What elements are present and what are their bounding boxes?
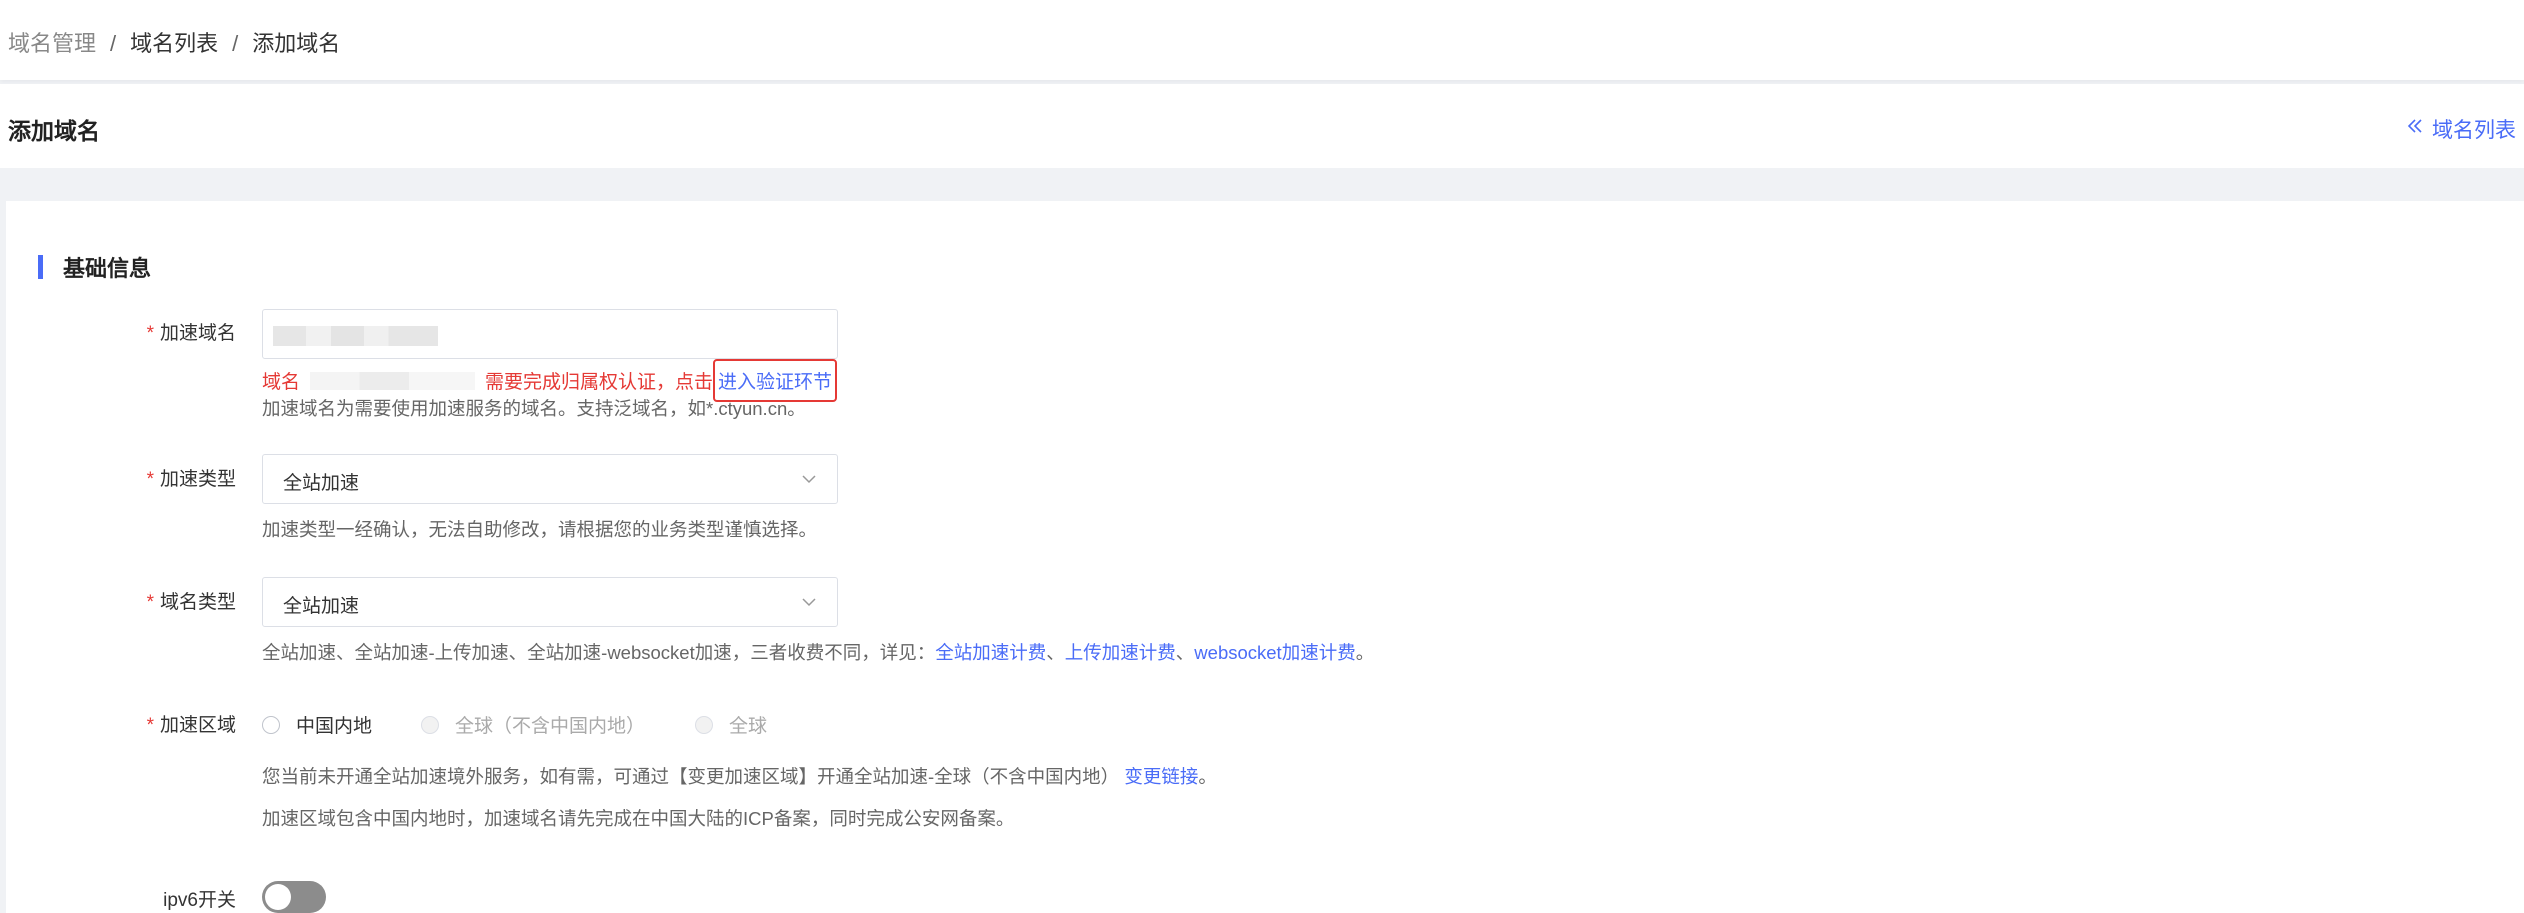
region-radio-global[interactable]: 全球: [695, 711, 767, 738]
page-title: 添加域名: [8, 118, 100, 144]
required-mark: *: [146, 323, 154, 344]
required-mark: *: [146, 715, 154, 736]
accel-type-label-text: 加速类型: [159, 469, 236, 490]
ipv6-label: ipv6开关: [163, 890, 236, 911]
breadcrumb: 域名管理 / 域名列表 / 添加域名: [8, 26, 340, 58]
required-mark: *: [146, 592, 154, 613]
full-site-billing-link[interactable]: 全站加速计费: [935, 642, 1046, 663]
region-notice-text: 您当前未开通全站加速境外服务，如有需，可通过【变更加速区域】开通全站加速-全球（…: [262, 763, 1217, 789]
section-title: 基础信息: [38, 254, 152, 281]
separator: 、: [1046, 642, 1065, 663]
radio-circle-icon: [695, 715, 713, 734]
redacted-domain-value: [273, 326, 438, 346]
back-link-label: 域名列表: [2432, 119, 2516, 142]
separator: 、: [1175, 642, 1195, 663]
error-message: 需要完成归属权认证，点击: [485, 372, 714, 393]
notice-suffix: 。: [1198, 766, 1217, 787]
domain-help-text: 加速域名为需要使用加速服务的域名。支持泛域名，如*.ctyun.cn。: [262, 398, 806, 419]
region-radio-global-excl-mainland[interactable]: 全球（不含中国内地）: [421, 711, 645, 738]
region-help-text: 加速区域包含中国内地时，加速域名请先完成在中国大陆的ICP备案，同时完成公安网备…: [262, 808, 1015, 829]
region-notice-prefix: 您当前未开通全站加速境外服务，如有需，可通过【变更加速区域】开通全站加速-全球（…: [262, 766, 1120, 787]
toggle-knob: [265, 884, 291, 910]
ipv6-toggle[interactable]: [262, 881, 326, 913]
breadcrumb-item-add-domain: 添加域名: [252, 31, 341, 56]
help-suffix: 。: [1355, 642, 1375, 663]
region-option-label: 中国内地: [296, 716, 373, 737]
chevron-down-icon: [799, 469, 819, 494]
domain-type-label: * 域名类型: [6, 587, 236, 614]
domain-type-help-text: 全站加速、全站加速-上传加速、全站加速-websocket加速，三者收费不同，详…: [262, 639, 1374, 665]
radio-circle-icon: [421, 715, 439, 734]
redacted-domain: [310, 371, 476, 390]
region-option-label: 全球（不含中国内地）: [455, 716, 646, 737]
radio-circle-icon: [262, 715, 280, 734]
chevron-down-icon: [799, 592, 819, 617]
region-label: * 加速区域: [6, 710, 236, 737]
domain-input[interactable]: [262, 309, 838, 359]
domain-type-select[interactable]: 全站加速: [262, 577, 838, 627]
back-to-domain-list-link[interactable]: 域名列表: [2406, 114, 2516, 144]
accel-type-select[interactable]: 全站加速: [262, 454, 838, 504]
domain-type-help-prefix: 全站加速、全站加速-上传加速、全站加速-websocket加速，三者收费不同，详…: [262, 642, 936, 663]
websocket-billing-link[interactable]: websocket加速计费: [1194, 642, 1355, 663]
form-card: 基础信息 * 加速域名 域名 需要完成归属权认证，点击 进入验证环节 加速域名为需要…: [6, 201, 2524, 913]
error-prefix: 域名: [262, 372, 301, 393]
accel-type-label: * 加速类型: [6, 464, 236, 491]
double-chevron-left-icon: [2406, 117, 2424, 141]
breadcrumb-item-domain-management[interactable]: 域名管理: [8, 31, 96, 56]
breadcrumb-item-domain-list[interactable]: 域名列表: [130, 31, 218, 56]
accel-type-help-text: 加速类型一经确认，无法自助修改，请根据您的业务类型谨慎选择。: [262, 519, 818, 540]
section-title-text: 基础信息: [63, 256, 152, 281]
change-region-link[interactable]: 变更链接: [1124, 766, 1198, 787]
region-label-text: 加速区域: [159, 715, 236, 736]
region-option-label: 全球: [729, 716, 768, 737]
upload-billing-link[interactable]: 上传加速计费: [1065, 642, 1176, 663]
domain-type-value: 全站加速: [283, 596, 360, 617]
breadcrumb-separator: /: [110, 31, 117, 56]
domain-type-label-text: 域名类型: [159, 592, 236, 613]
section-accent-bar: [38, 255, 43, 279]
top-bar: 域名管理 / 域名列表 / 添加域名: [0, 0, 2524, 80]
accel-type-value: 全站加速: [283, 473, 360, 494]
domain-label-text: 加速域名: [159, 323, 236, 344]
page-header: 添加域名 域名列表: [0, 84, 2524, 168]
breadcrumb-separator: /: [232, 31, 239, 56]
required-mark: *: [146, 469, 154, 490]
region-radio-mainland[interactable]: 中国内地: [262, 711, 372, 738]
domain-label: * 加速域名: [6, 318, 236, 345]
